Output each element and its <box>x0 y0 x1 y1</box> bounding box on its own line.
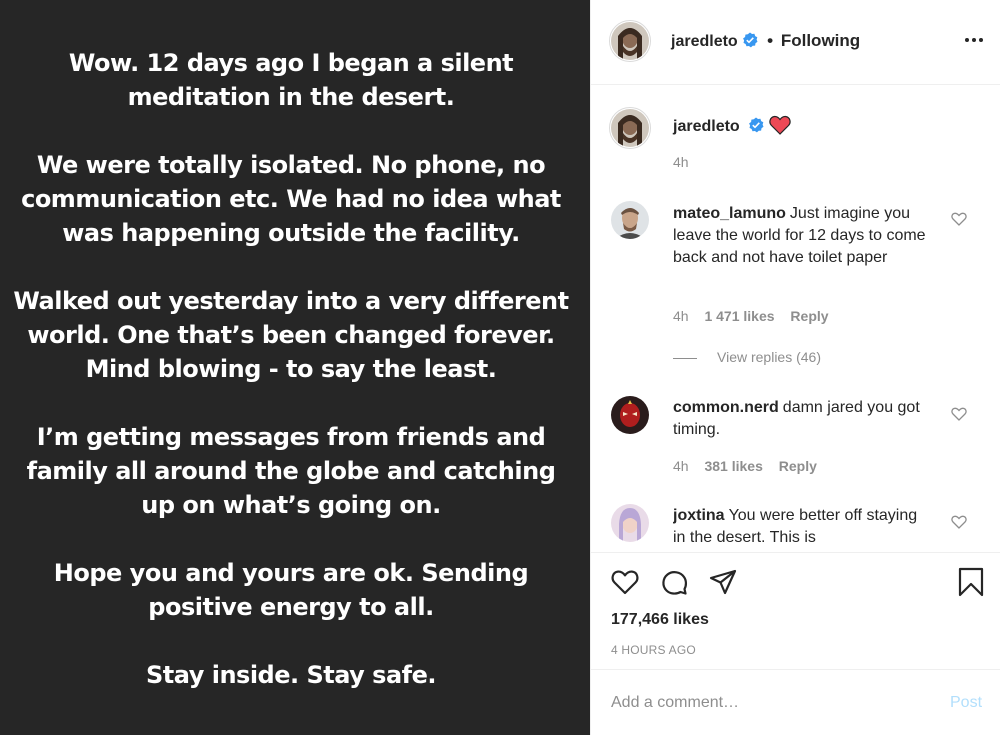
post-paragraph: Wow. 12 days ago I began a silent medita… <box>68 49 514 111</box>
verified-badge-icon <box>743 32 758 48</box>
action-bar: 177,466 likes 4 HOURS AGO <box>591 552 1000 670</box>
red-heart-icon <box>768 115 791 135</box>
caption-username[interactable]: jaredleto <box>673 118 740 135</box>
post-timestamp[interactable]: 4 HOURS AGO <box>611 643 696 657</box>
commenter-username[interactable]: common.nerd <box>673 399 779 416</box>
add-comment-input[interactable] <box>611 691 931 715</box>
post-comment-button[interactable]: Post <box>950 694 982 712</box>
comment-likes[interactable]: 1 471 likes <box>704 308 774 324</box>
following-button[interactable]: Following <box>781 31 860 50</box>
view-replies-button[interactable]: View replies (46) <box>673 349 821 365</box>
likes-count[interactable]: 177,466 likes <box>611 611 709 629</box>
post-side-panel: jaredleto • Following jaredleto 4h mateo… <box>590 0 1000 735</box>
post-paragraph: Stay inside. Stay safe. <box>146 661 437 689</box>
post-paragraph: Hope you and yours are ok. Sending posit… <box>53 559 529 621</box>
replies-divider <box>673 357 697 359</box>
author-avatar[interactable] <box>611 22 649 60</box>
comment-like-icon[interactable] <box>951 211 967 227</box>
caption-meta: 4h <box>673 154 701 170</box>
comment-like-icon[interactable] <box>951 514 967 530</box>
commenter-avatar[interactable] <box>611 201 649 239</box>
comment-meta: 4h 1 471 likes Reply <box>673 308 841 324</box>
post-paragraph: Walked out yesterday into a very differe… <box>13 287 569 383</box>
commenter-username[interactable]: joxtina <box>673 507 725 524</box>
commenter-avatar[interactable] <box>611 504 649 542</box>
commenter-avatar[interactable] <box>611 396 649 434</box>
comment-meta: 4h 381 likes Reply <box>673 458 829 474</box>
more-horizontal-icon[interactable] <box>963 30 985 50</box>
header-user-line: jaredleto • Following <box>671 31 860 51</box>
post-image[interactable]: Wow. 12 days ago I began a silent medita… <box>0 0 590 735</box>
caption-time[interactable]: 4h <box>673 154 689 170</box>
comment-body: mateo_lamuno Just imagine you leave the w… <box>673 203 933 269</box>
comment-time[interactable]: 4h <box>673 458 689 474</box>
heart-icon[interactable] <box>610 567 640 597</box>
view-replies-label: View replies (46) <box>717 349 822 365</box>
separator-dot: • <box>767 31 774 50</box>
comment-likes[interactable]: 381 likes <box>704 458 762 474</box>
comment-time[interactable]: 4h <box>673 308 689 324</box>
post-paragraph: I’m getting messages from friends and fa… <box>26 423 556 519</box>
bookmark-icon[interactable] <box>956 567 986 597</box>
caption-body: jaredleto <box>673 115 933 138</box>
comment-body: joxtina You were better off staying in th… <box>673 505 933 552</box>
reply-button[interactable]: Reply <box>790 308 828 324</box>
comments-list[interactable]: jaredleto 4h mateo_lamuno Just imagine y… <box>591 86 1000 552</box>
comment-icon[interactable] <box>659 567 689 597</box>
post-image-text: Wow. 12 days ago I began a silent medita… <box>0 46 582 692</box>
comment-form: Post <box>591 671 1000 735</box>
share-icon[interactable] <box>708 567 738 597</box>
comment-body: common.nerd damn jared you got timing. <box>673 397 933 441</box>
post-paragraph: We were totally isolated. No phone, no c… <box>21 151 561 247</box>
reply-button[interactable]: Reply <box>779 458 817 474</box>
author-username[interactable]: jaredleto <box>671 33 738 50</box>
commenter-username[interactable]: mateo_lamuno <box>673 205 786 222</box>
comment-like-icon[interactable] <box>951 406 967 422</box>
author-avatar[interactable] <box>611 109 649 147</box>
post-header: jaredleto • Following <box>591 0 1000 85</box>
verified-badge-icon <box>749 117 764 133</box>
